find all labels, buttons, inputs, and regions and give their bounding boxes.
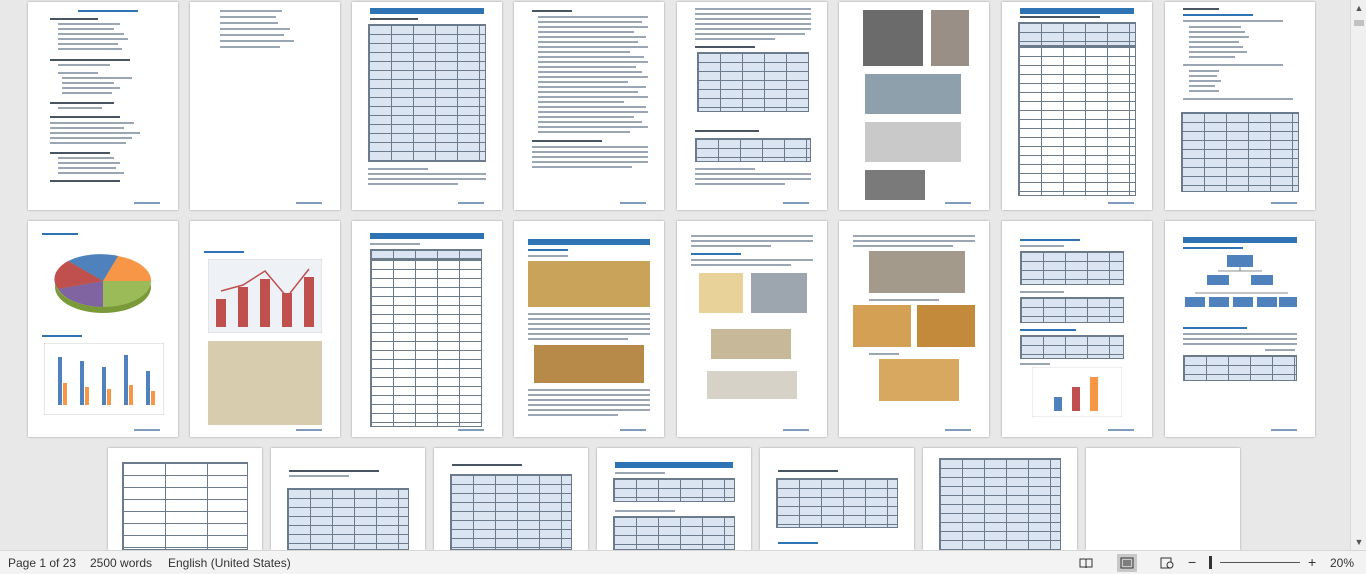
bar-chart-figure [44, 343, 164, 415]
page-6[interactable] [839, 2, 989, 210]
scroll-up-icon[interactable]: ▲ [1351, 0, 1366, 16]
page-10[interactable] [190, 221, 340, 437]
scroll-down-icon[interactable]: ▼ [1351, 534, 1366, 550]
page-19[interactable] [434, 448, 588, 550]
print-layout-button[interactable] [1117, 554, 1137, 572]
3d-bar-chart-figure [1032, 367, 1122, 417]
page-11[interactable] [352, 221, 502, 437]
page-9[interactable] [28, 221, 178, 437]
page-16[interactable] [1165, 221, 1315, 437]
page-count[interactable]: Page 1 of 23 [8, 556, 76, 570]
language-indicator[interactable]: English (United States) [168, 556, 291, 570]
line-chart-figure [208, 259, 322, 333]
page-17[interactable] [108, 448, 262, 550]
pie-chart-figure [54, 254, 152, 313]
zoom-slider[interactable] [1220, 562, 1300, 563]
web-icon [1160, 557, 1174, 569]
org-chart-figure [1185, 255, 1297, 307]
page-15[interactable] [1002, 221, 1152, 437]
scroll-thumb[interactable] [1354, 20, 1364, 26]
page-18[interactable] [271, 448, 425, 550]
word-count[interactable]: 2500 words [90, 556, 152, 570]
zoom-level[interactable]: 20% [1330, 556, 1354, 570]
page-20[interactable] [597, 448, 751, 550]
page-icon [1120, 557, 1134, 569]
web-layout-button[interactable] [1157, 554, 1177, 572]
vertical-scrollbar[interactable]: ▲ ▼ [1350, 0, 1366, 550]
page-13[interactable] [677, 221, 827, 437]
page-14[interactable] [839, 221, 989, 437]
status-bar: Page 1 of 23 2500 words English (United … [0, 550, 1366, 574]
page-2[interactable] [190, 2, 340, 210]
document-canvas[interactable] [0, 0, 1350, 550]
read-mode-button[interactable] [1076, 554, 1096, 572]
page-8[interactable] [1165, 2, 1315, 210]
page-12[interactable] [514, 221, 664, 437]
page-5[interactable] [677, 2, 827, 210]
page-3[interactable] [352, 2, 502, 210]
zoom-in-button[interactable]: + [1308, 554, 1316, 570]
page-4[interactable] [514, 2, 664, 210]
book-icon [1079, 558, 1093, 569]
page-23[interactable] [1086, 448, 1240, 550]
zoom-slider-thumb[interactable] [1209, 556, 1212, 569]
page-1[interactable] [28, 2, 178, 210]
page-21[interactable] [760, 448, 914, 550]
page-7[interactable] [1002, 2, 1152, 210]
page-22[interactable] [923, 448, 1077, 550]
zoom-out-button[interactable]: − [1188, 554, 1196, 570]
